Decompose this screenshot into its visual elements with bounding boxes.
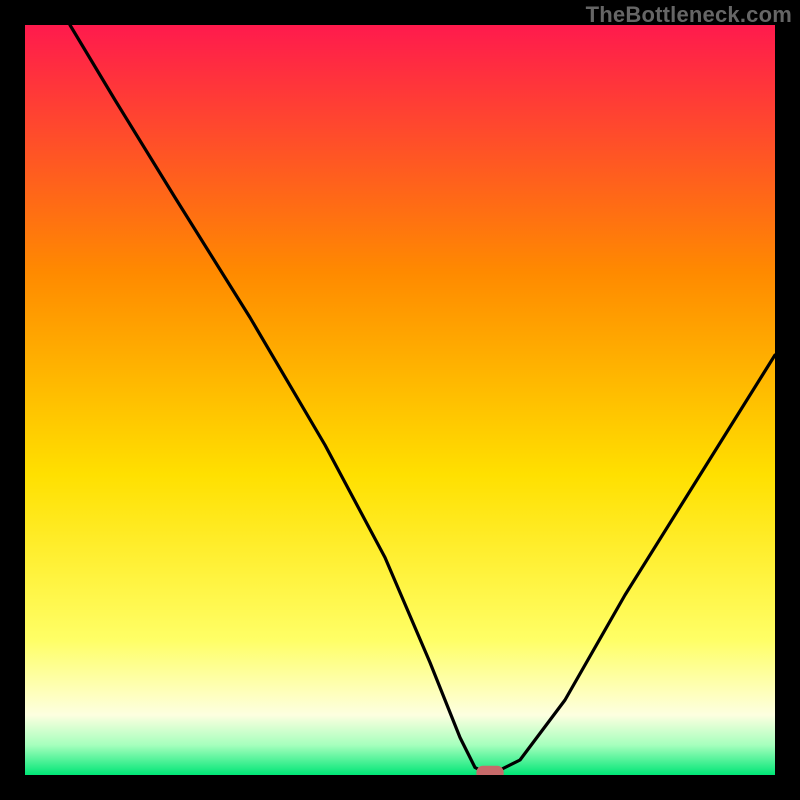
watermark-text: TheBottleneck.com [586, 2, 792, 28]
chart-svg [25, 25, 775, 775]
optimal-marker [477, 766, 503, 775]
plot-area [25, 25, 775, 775]
chart-frame: TheBottleneck.com [0, 0, 800, 800]
